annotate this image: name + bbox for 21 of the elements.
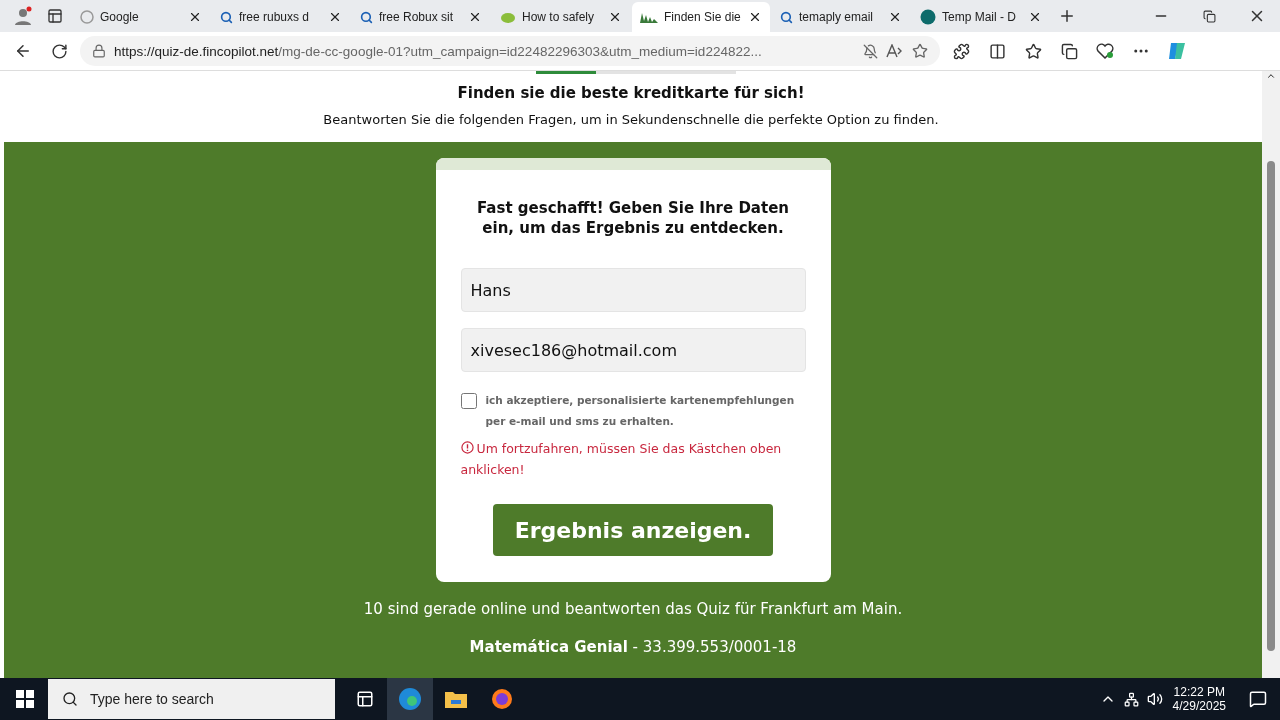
email-field[interactable]: xivesec186@hotmail.com bbox=[460, 328, 806, 372]
online-note: 10 sind gerade online und beantworten das Quiz für Frankfurt am Main. bbox=[363, 600, 903, 618]
company-line: Matemática Genial - 33.399.553/0001-18 bbox=[469, 638, 797, 656]
page-heading: Finden sie die beste kreditkarte für sich! bbox=[457, 84, 805, 102]
clock-time[interactable]: 12:22 PM bbox=[1173, 685, 1225, 699]
browser-tab[interactable]: Temp Mail - D bbox=[912, 2, 1050, 32]
page-subheading: Beantworten Sie die folgenden Fragen, um in Sekundenschnelle die perfekte Option zu finden. bbox=[323, 112, 939, 127]
browser-tab[interactable]: Google bbox=[72, 2, 210, 32]
card-title: Fast geschafft! Geben Sie Ihre Daten ein, um das Ergebnis zu entdecken. bbox=[476, 198, 790, 238]
browser-tab[interactable]: temaply email bbox=[772, 2, 910, 32]
browser-tab[interactable]: How to safely bbox=[492, 2, 630, 32]
name-field[interactable]: Hans bbox=[460, 268, 806, 312]
browser-tab[interactable]: free Robux sit bbox=[352, 2, 490, 32]
browser-tab[interactable]: Finden Sie die bbox=[632, 2, 770, 32]
browser-tab[interactable]: free rubuxs d bbox=[212, 2, 350, 32]
show-result-button[interactable]: Ergebnis anzeigen. bbox=[493, 504, 773, 556]
taskbar-search-field[interactable]: Type here to search bbox=[48, 679, 335, 719]
clock-date[interactable]: 4/29/2025 bbox=[1172, 699, 1226, 713]
consent-label: ich akzeptiere, personalisierte kartenempfehlungen per e-mail und sms zu erhalten. bbox=[485, 393, 796, 429]
error-message: Um fortzufahren, müssen Sie das Kästchen oben anklicken! bbox=[460, 440, 783, 479]
address-bar[interactable]: https://quiz-de.fincopilot.net/mg-de-cc-google-01?utm_campaign=id22482296303&utm_medium=id224822... bbox=[80, 36, 940, 66]
